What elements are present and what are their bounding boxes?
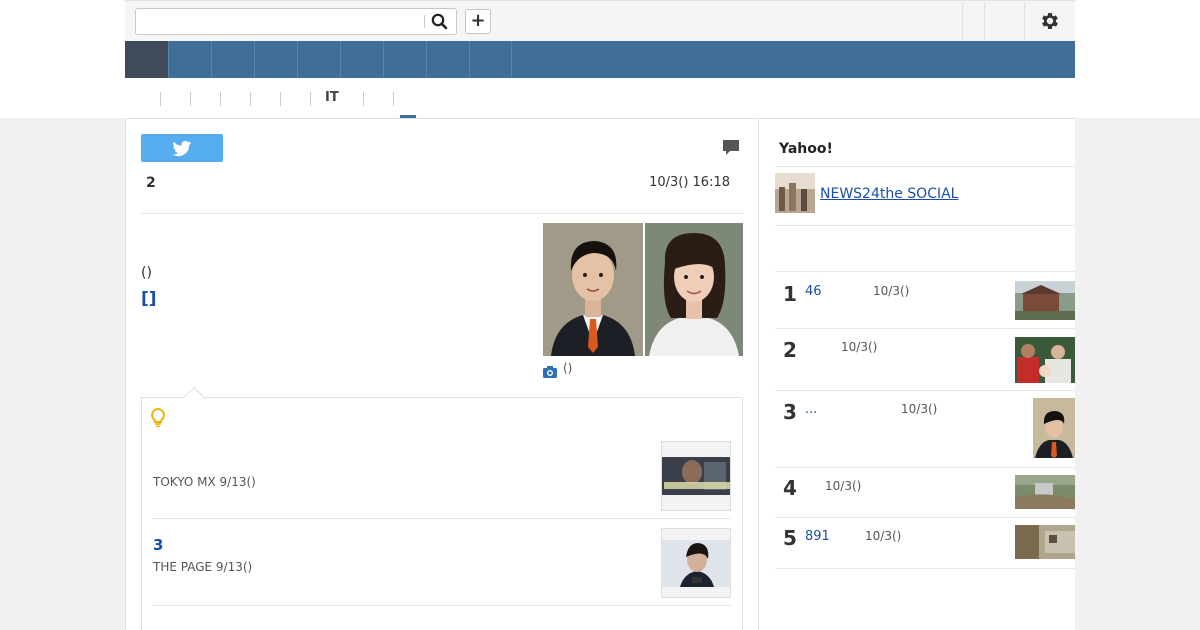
photo-caption: () (563, 361, 573, 375)
portrait-image (645, 223, 743, 356)
search-divider (424, 15, 425, 28)
divider (141, 213, 743, 214)
rank-number: 4 (783, 476, 797, 500)
subnav-item[interactable] (310, 92, 311, 106)
gear-icon (1042, 13, 1058, 29)
ranking-item[interactable]: 4 10/3() (775, 468, 1075, 517)
nav-item[interactable] (168, 41, 211, 78)
search-button[interactable] (429, 12, 451, 31)
comment-count: 2 (146, 175, 156, 191)
promo-link[interactable]: NEWS24the SOCIAL (820, 186, 958, 202)
rank-title[interactable]: 891 (805, 529, 830, 544)
rank-number: 5 (783, 526, 797, 550)
rank-title[interactable]: 46 (805, 284, 822, 299)
related-thumbnail[interactable] (661, 528, 731, 598)
search-input[interactable] (136, 9, 424, 34)
rank-thumbnail[interactable] (1015, 525, 1075, 559)
rank-date: 10/3() (901, 402, 938, 416)
camera-icon (543, 363, 557, 378)
rank-number: 1 (783, 282, 797, 306)
divider (153, 605, 731, 606)
nav-item[interactable] (469, 41, 512, 78)
nav-item[interactable] (297, 41, 340, 78)
related-articles: TOKYO MX 9/13() 3 THE PAGE 9/13() (141, 386, 743, 630)
promo-thumbnail[interactable] (775, 173, 815, 213)
subnav-item[interactable] (250, 92, 251, 106)
nav-item[interactable] (426, 41, 469, 78)
rank-title[interactable]: ... (805, 402, 817, 417)
category-subnav: IT (125, 78, 1075, 118)
toolbar-divider (1024, 3, 1025, 40)
divider (775, 166, 1075, 167)
top-toolbar: + (125, 0, 1075, 41)
related-item[interactable]: 3 THE PAGE 9/13() (153, 528, 731, 606)
plus-icon: + (470, 10, 486, 31)
ranking-item[interactable]: 1 46 10/3() (775, 272, 1075, 328)
nav-item[interactable] (211, 41, 254, 78)
subnav-item[interactable] (220, 92, 221, 106)
subnav-item[interactable] (280, 92, 281, 106)
subnav-item[interactable] (160, 92, 161, 106)
divider (775, 568, 1075, 569)
rank-number: 3 (783, 400, 797, 424)
related-meta: THE PAGE 9/13() (153, 560, 253, 574)
comment-button[interactable] (722, 139, 740, 156)
rank-date: 10/3() (841, 340, 878, 354)
search-box (135, 8, 457, 35)
nav-item[interactable] (383, 41, 426, 78)
nav-home[interactable] (125, 41, 168, 78)
article-link[interactable]: [] (141, 289, 157, 309)
main-nav (125, 41, 1075, 78)
portrait-image (543, 223, 643, 356)
twitter-icon (172, 140, 192, 157)
add-button[interactable]: + (465, 9, 491, 34)
twitter-share-button[interactable] (141, 134, 223, 162)
rank-date: 10/3() (825, 479, 862, 493)
subnav-item[interactable] (393, 92, 394, 106)
divider (775, 225, 1075, 226)
lightbulb-icon (151, 407, 165, 428)
article-column: 2 10/3() 16:18 () [] () TOKYO MX 9/13() … (125, 118, 759, 630)
nav-item[interactable] (340, 41, 383, 78)
comment-icon (723, 140, 739, 155)
ranking-item[interactable]: 5 891 10/3() (775, 518, 1075, 568)
rank-date: 10/3() (865, 529, 902, 543)
related-meta: TOKYO MX 9/13() (153, 475, 256, 489)
ranking-item[interactable]: 3 ... 10/3() (775, 391, 1075, 467)
rank-date: 10/3() (873, 284, 910, 298)
related-item[interactable]: TOKYO MX 9/13() (153, 441, 731, 519)
toolbar-divider (962, 3, 963, 40)
divider (153, 518, 731, 519)
rank-number: 2 (783, 338, 797, 362)
rank-thumbnail[interactable] (1033, 398, 1075, 458)
article-source: () (141, 265, 152, 281)
sidebar: Yahoo! NEWS24the SOCIAL 1 46 10/3() 2 10… (759, 118, 1075, 630)
callout-notch (182, 386, 206, 410)
search-icon (431, 13, 448, 30)
toolbar-divider (984, 3, 985, 40)
related-title[interactable]: 3 (153, 536, 163, 554)
subnav-item[interactable] (363, 92, 364, 106)
ranking-item[interactable]: 2 10/3() (775, 329, 1075, 390)
photo-woman[interactable] (645, 223, 743, 356)
nav-item[interactable] (254, 41, 297, 78)
subnav-item-it[interactable]: IT (325, 90, 339, 105)
rank-thumbnail[interactable] (1015, 337, 1075, 383)
related-thumbnail[interactable] (661, 441, 731, 511)
article-date: 10/3() 16:18 (649, 175, 730, 190)
rank-thumbnail[interactable] (1015, 281, 1075, 320)
subnav-item[interactable] (190, 92, 191, 106)
rank-thumbnail[interactable] (1015, 475, 1075, 509)
photo-man[interactable] (543, 223, 643, 356)
settings-button[interactable] (1039, 10, 1061, 32)
sidebar-title: Yahoo! (779, 141, 833, 157)
